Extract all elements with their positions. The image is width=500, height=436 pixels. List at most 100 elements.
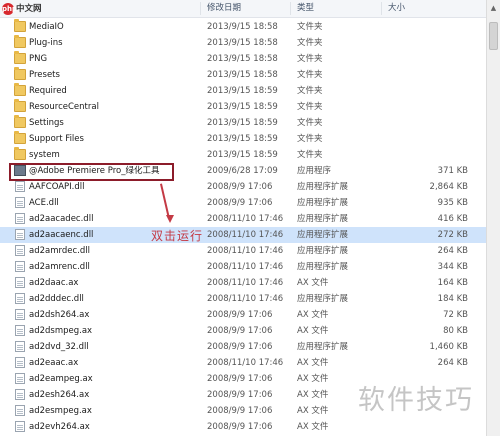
folder-icon: [14, 83, 26, 96]
file-name: ad2daac.ax: [29, 278, 79, 288]
file-name: ad2evh264.ax: [29, 422, 90, 432]
file-date: 2008/9/9 17:06: [207, 342, 273, 352]
file-type: 应用程序: [297, 166, 332, 176]
folder-icon: [14, 131, 26, 144]
column-divider[interactable]: [381, 2, 382, 15]
column-divider[interactable]: [290, 2, 291, 15]
file-type: 应用程序扩展: [297, 214, 349, 224]
type-column-header[interactable]: 类型: [297, 0, 314, 17]
file-name: ad2amrenc.dll: [29, 262, 90, 272]
file-icon: [15, 357, 25, 368]
column-divider[interactable]: [200, 2, 201, 15]
file-row[interactable]: Settings 2013/9/15 18:59 文件夹: [0, 115, 486, 131]
file-date: 2008/9/9 17:06: [207, 326, 273, 336]
vertical-scrollbar[interactable]: ▲: [486, 0, 500, 436]
folder-icon: [14, 67, 26, 80]
file-icon: [15, 341, 25, 352]
file-name: ad2dsmpeg.ax: [29, 326, 93, 336]
file-size: 80 KB: [443, 326, 468, 336]
file-icon: [15, 277, 25, 288]
file-row[interactable]: Plug-ins 2013/9/15 18:58 文件夹: [0, 35, 486, 51]
file-row[interactable]: AAFCOAPI.dll 2008/9/9 17:06 应用程序扩展 2,864 KB: [0, 179, 486, 195]
file-name: ad2esh264.ax: [29, 390, 90, 400]
file-row[interactable]: ad2amrdec.dll 2008/11/10 17:46 应用程序扩展 264 K…: [0, 243, 486, 259]
file-type: 文件夹: [297, 150, 323, 160]
file-icon: [15, 293, 25, 304]
file-icon: [15, 213, 25, 224]
file-row[interactable]: ad2evh264.ax 2008/9/9 17:06 AX 文件: [0, 419, 486, 435]
date-column-header[interactable]: 修改日期: [207, 0, 241, 17]
file-type: 文件夹: [297, 102, 323, 112]
file-size: 371 KB: [437, 166, 468, 176]
file-row[interactable]: ad2eaac.ax 2008/11/10 17:46 AX 文件 264 KB: [0, 355, 486, 371]
file-type: 文件夹: [297, 38, 323, 48]
file-date: 2008/9/9 17:06: [207, 198, 273, 208]
file-name: ad2amrdec.dll: [29, 246, 90, 256]
file-row[interactable]: Presets 2013/9/15 18:58 文件夹: [0, 67, 486, 83]
file-type: AX 文件: [297, 310, 329, 320]
size-column-header[interactable]: 大小: [388, 0, 405, 17]
file-type: AX 文件: [297, 358, 329, 368]
file-name: Presets: [29, 70, 60, 80]
file-size: 264 KB: [437, 358, 468, 368]
file-row[interactable]: system 2013/9/15 18:59 文件夹: [0, 147, 486, 163]
file-name: AAFCOAPI.dll: [29, 182, 85, 192]
file-row[interactable]: ACE.dll 2008/9/9 17:06 应用程序扩展 935 KB: [0, 195, 486, 211]
file-name: ad2dvd_32.dll: [29, 342, 89, 352]
file-row[interactable]: PNG 2013/9/15 18:58 文件夹: [0, 51, 486, 67]
file-row[interactable]: ad2dvd_32.dll 2008/9/9 17:06 应用程序扩展 1,460 K…: [0, 339, 486, 355]
file-name: system: [29, 150, 60, 160]
file-name: Support Files: [29, 134, 84, 144]
site-logo: php中文网: [2, 2, 42, 15]
folder-icon: [14, 35, 26, 48]
file-date: 2013/9/15 18:58: [207, 54, 278, 64]
file-row[interactable]: ResourceCentral 2013/9/15 18:59 文件夹: [0, 99, 486, 115]
file-type: 文件夹: [297, 22, 323, 32]
file-type: AX 文件: [297, 422, 329, 432]
file-row[interactable]: Required 2013/9/15 18:59 文件夹: [0, 83, 486, 99]
file-row[interactable]: Support Files 2013/9/15 18:59 文件夹: [0, 131, 486, 147]
file-size: 264 KB: [437, 246, 468, 256]
file-type: 文件夹: [297, 54, 323, 64]
file-type: AX 文件: [297, 406, 329, 416]
file-size: 72 KB: [443, 310, 468, 320]
file-row[interactable]: ad2dsmpeg.ax 2008/9/9 17:06 AX 文件 80 KB: [0, 323, 486, 339]
file-type: 文件夹: [297, 134, 323, 144]
file-size: 184 KB: [437, 294, 468, 304]
file-row[interactable]: ad2aacadec.dll 2008/11/10 17:46 应用程序扩展 416 …: [0, 211, 486, 227]
file-type: 应用程序扩展: [297, 198, 349, 208]
file-icon: [15, 389, 25, 400]
file-name: Settings: [29, 118, 64, 128]
file-date: 2013/9/15 18:59: [207, 150, 278, 160]
file-size: 1,460 KB: [429, 342, 468, 352]
file-type: 应用程序扩展: [297, 342, 349, 352]
scroll-up-icon[interactable]: ▲: [487, 3, 500, 13]
file-date: 2008/11/10 17:46: [207, 278, 284, 288]
file-icon: [15, 373, 25, 384]
file-date: 2008/11/10 17:46: [207, 214, 284, 224]
file-icon: [15, 229, 25, 240]
file-row[interactable]: ad2dsh264.ax 2008/9/9 17:06 AX 文件 72 KB: [0, 307, 486, 323]
annotation-label: 双击运行: [151, 229, 204, 243]
watermark: 软件技巧: [358, 385, 474, 416]
file-type: 应用程序扩展: [297, 230, 349, 240]
file-date: 2009/6/28 17:09: [207, 166, 278, 176]
folder-icon: [14, 147, 26, 160]
file-row[interactable]: ad2aacaenc.dll 2008/11/10 17:46 应用程序扩展 272 …: [0, 227, 486, 243]
file-name: ResourceCentral: [29, 102, 99, 112]
file-name: ad2aacadec.dll: [29, 214, 94, 224]
file-icon: [15, 309, 25, 320]
scrollbar-thumb[interactable]: [489, 22, 498, 50]
file-date: 2008/9/9 17:06: [207, 406, 273, 416]
file-date: 2008/11/10 17:46: [207, 230, 284, 240]
file-row[interactable]: ad2daac.ax 2008/11/10 17:46 AX 文件 164 KB: [0, 275, 486, 291]
file-date: 2008/11/10 17:46: [207, 246, 284, 256]
file-name: Plug-ins: [29, 38, 63, 48]
file-name: ad2aacaenc.dll: [29, 230, 94, 240]
file-row[interactable]: ad2dddec.dll 2008/11/10 17:46 应用程序扩展 184 KB: [0, 291, 486, 307]
file-list: MediaIO 2013/9/15 18:58 文件夹 Plug-ins 2013/9/…: [0, 19, 486, 436]
file-row[interactable]: MediaIO 2013/9/15 18:58 文件夹: [0, 19, 486, 35]
file-name: Required: [29, 86, 67, 96]
file-row[interactable]: ad2amrenc.dll 2008/11/10 17:46 应用程序扩展 344 K…: [0, 259, 486, 275]
file-date: 2008/9/9 17:06: [207, 374, 273, 384]
